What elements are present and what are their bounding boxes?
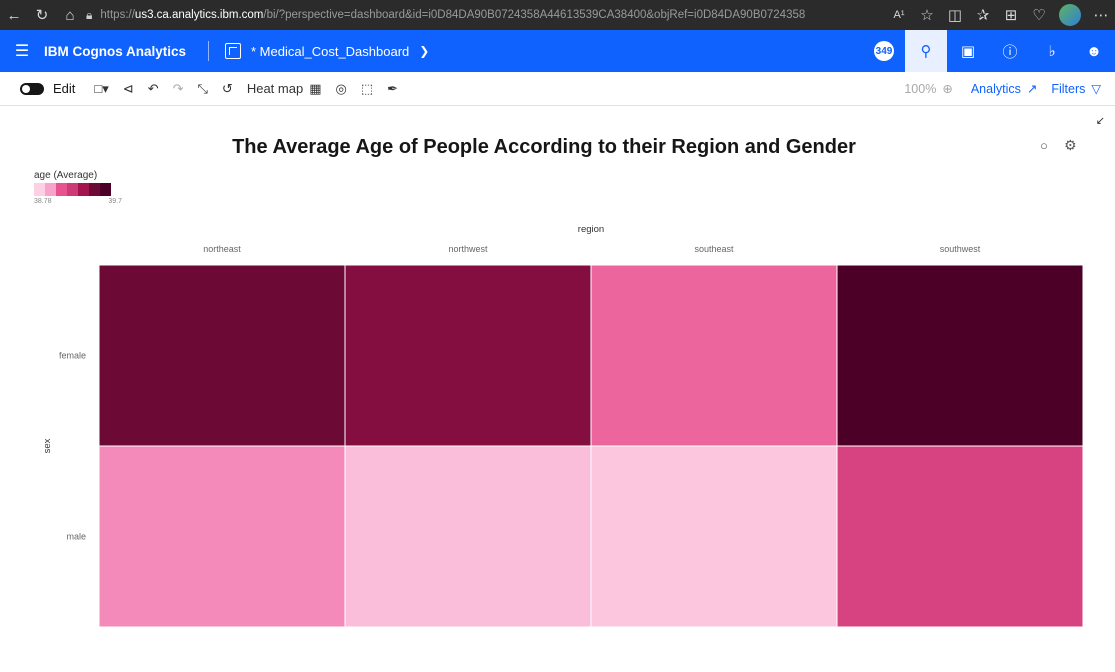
- share-icon[interactable]: ⊲: [116, 72, 141, 106]
- read-aloud-icon[interactable]: A¹: [885, 0, 913, 30]
- legend-swatch: [89, 183, 100, 196]
- dashboard-canvas: region northeast northwest southeast southwe…: [0, 106, 1115, 672]
- help-icon[interactable]: ⓘ: [989, 30, 1031, 72]
- search-icon[interactable]: ⚲: [905, 30, 947, 72]
- url-prefix: https://: [100, 9, 135, 21]
- x-tick-label: northwest: [448, 244, 488, 254]
- save-icon[interactable]: □▾: [87, 72, 115, 106]
- dashboard-toolbar: Edit □▾ ⊲ ↶ ↷ ⤡ ↺ Heat map ▦ ◎ ⬚ ✒ 100% …: [0, 72, 1115, 106]
- url-host: us3.ca.analytics.ibm.com: [134, 9, 264, 21]
- undo-icon[interactable]: ↶: [141, 72, 166, 106]
- heatmap-cell[interactable]: [590, 264, 838, 447]
- target-icon[interactable]: ◎: [329, 72, 354, 106]
- chevron-down-icon[interactable]: ❯: [419, 44, 429, 58]
- back-icon[interactable]: ←: [0, 0, 28, 30]
- heatmap-button[interactable]: Heat map ▦: [240, 72, 329, 106]
- settings-icon[interactable]: ⚙: [1064, 137, 1077, 154]
- legend-swatch: [34, 183, 45, 196]
- heatmap-cell[interactable]: [98, 445, 346, 628]
- analytics-icon: ↗: [1026, 82, 1038, 96]
- extension-avatar[interactable]: [1059, 4, 1081, 26]
- chat-icon[interactable]: ▣: [947, 30, 989, 72]
- legend-swatch: [78, 183, 89, 196]
- legend-min-label: 38.78: [34, 198, 52, 205]
- legend-ramp: [34, 183, 122, 196]
- heatmap-grid-icon: ▦: [309, 80, 322, 96]
- dashboard-icon: [225, 43, 242, 59]
- legend-max-label: 39.7: [108, 198, 122, 205]
- home-icon[interactable]: ⌂: [56, 0, 84, 30]
- heatmap-cell[interactable]: [590, 445, 838, 628]
- health-icon[interactable]: ♡: [1025, 0, 1053, 30]
- collections-icon[interactable]: ⊞: [997, 0, 1025, 30]
- heatmap-cell[interactable]: [836, 264, 1084, 447]
- filter-icon: ▽: [1091, 82, 1101, 96]
- lock-icon: 🔒︎: [86, 7, 93, 22]
- bell-icon[interactable]: ♭: [1031, 30, 1073, 72]
- reset-icon[interactable]: ↺: [215, 72, 240, 106]
- favorite-icon[interactable]: ☆: [913, 0, 941, 30]
- heatmap-cell[interactable]: [98, 264, 346, 447]
- chart-title: The Average Age of People According to t…: [232, 136, 856, 158]
- zoom-level[interactable]: 100%: [904, 82, 936, 96]
- heatmap-label: Heat map: [246, 81, 304, 96]
- app-header: ☰ IBM Cognos Analytics * Medical_Cost_Da…: [0, 30, 1115, 72]
- filters-label: Filters: [1051, 81, 1086, 96]
- pin-icon[interactable]: ✒: [380, 72, 405, 106]
- x-tick-label: southeast: [694, 244, 734, 254]
- legend-swatch: [45, 183, 56, 196]
- legend-title: age (Average): [34, 170, 98, 181]
- heatmap-cell[interactable]: [344, 445, 592, 628]
- analytics-label: Analytics: [970, 81, 1021, 96]
- split-icon[interactable]: ◫: [941, 0, 969, 30]
- user-icon[interactable]: ☻: [1073, 30, 1115, 72]
- legend-swatch: [56, 183, 67, 196]
- filters-button[interactable]: Filters ▽: [1051, 81, 1101, 97]
- heatmap-cell[interactable]: [836, 445, 1084, 628]
- notification-button[interactable]: 349: [863, 30, 905, 72]
- legend-swatch: [100, 183, 111, 196]
- toggle-icon[interactable]: [20, 82, 44, 95]
- x-tick-label: northeast: [203, 244, 241, 254]
- expand-icon[interactable]: ⤡: [191, 72, 215, 106]
- address-bar[interactable]: 🔒︎ https://us3.ca.analytics.ibm.com/bi/?…: [86, 3, 806, 27]
- y-tick-label: male: [66, 532, 86, 542]
- y-axis-title: sex: [42, 438, 53, 453]
- redo-icon[interactable]: ↷: [166, 72, 191, 106]
- zoom-icon[interactable]: ⊕: [942, 81, 952, 96]
- select-icon[interactable]: ⬚: [354, 72, 380, 106]
- refresh-icon[interactable]: ↻: [28, 0, 56, 30]
- edit-label[interactable]: Edit: [53, 81, 75, 96]
- x-tick-label: southwest: [940, 244, 981, 254]
- notification-badge: 349: [874, 41, 894, 61]
- color-legend: age (Average) 38.78 39.7: [34, 170, 122, 205]
- bulb-icon[interactable]: ○: [1040, 138, 1048, 153]
- legend-swatch: [67, 183, 78, 196]
- y-tick-label: female: [59, 351, 86, 361]
- x-axis-title: region: [578, 224, 604, 235]
- collapse-icon[interactable]: ↙: [1096, 114, 1105, 127]
- browser-toolbar: ← ↻ ⌂ 🔒︎ https://us3.ca.analytics.ibm.co…: [0, 0, 1115, 30]
- heatmap-chart[interactable]: region northeast northwest southeast southwe…: [0, 106, 1115, 672]
- url-rest: /bi/?perspective=dashboard&id=i0D84DA90B…: [263, 9, 806, 21]
- header-separator: [208, 41, 210, 61]
- legend-range: 38.78 39.7: [34, 198, 122, 205]
- hamburger-icon[interactable]: ☰: [0, 30, 44, 72]
- more-icon[interactable]: ⋯: [1087, 0, 1115, 30]
- analytics-button[interactable]: Analytics ↗: [970, 81, 1038, 97]
- app-title[interactable]: IBM Cognos Analytics: [44, 44, 208, 59]
- dashboard-title[interactable]: * Medical_Cost_Dashboard: [251, 44, 409, 59]
- favorites-bar-icon[interactable]: ✰: [969, 0, 997, 30]
- heatmap-cell[interactable]: [344, 264, 592, 447]
